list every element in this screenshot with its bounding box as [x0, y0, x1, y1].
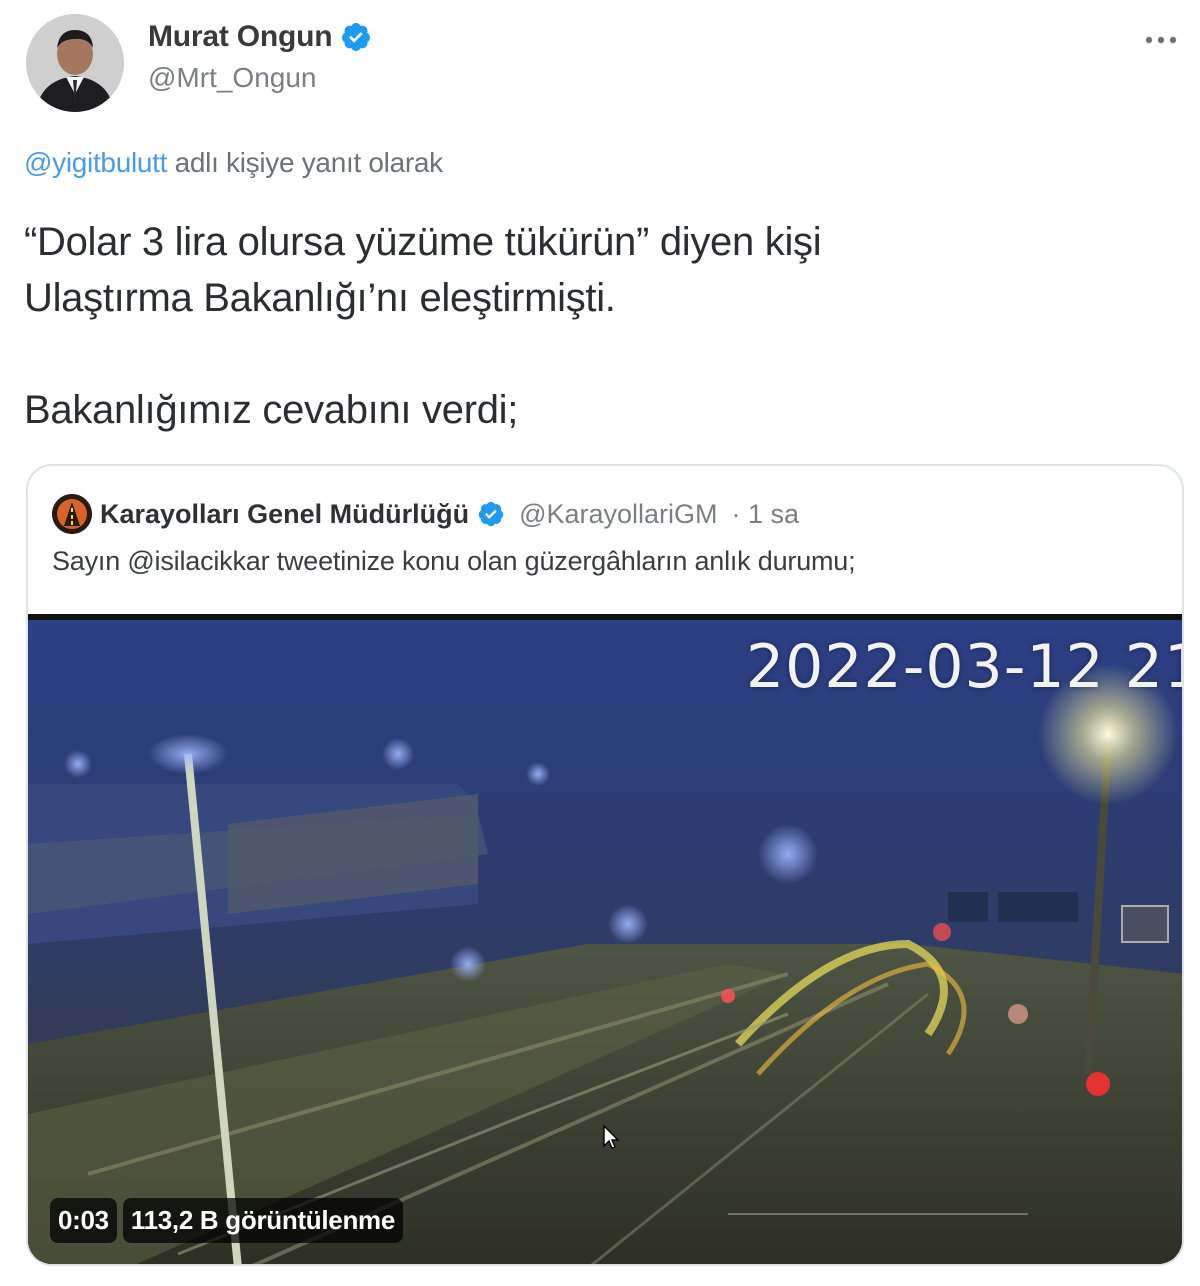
video-badges: 0:03 113,2 B görüntülenme — [50, 1198, 404, 1243]
video-timestamp-overlay: 2022-03-12 21:5 — [746, 632, 1182, 702]
quoted-author-handle: @KarayollariGM — [519, 498, 718, 529]
video-views-badge: 113,2 B görüntülenme — [122, 1198, 404, 1243]
author-name[interactable]: Murat Ongun — [148, 20, 333, 54]
mouse-pointer-icon — [602, 1124, 620, 1155]
quoted-tweet-header: Karayolları Genel Müdürlüğü @Karayollari… — [52, 494, 799, 534]
quoted-tweet-text: Sayın @isilacikkar tweetinize konu olan … — [52, 546, 856, 576]
tweet-text: “Dolar 3 lira olursa yüzüme tükürün” diy… — [24, 214, 1164, 438]
author-avatar[interactable] — [26, 14, 124, 112]
quoted-tweet-time: · 1 sa — [731, 498, 800, 529]
reply-mention-link[interactable]: @yigitbulutt — [24, 147, 167, 178]
verified-badge-icon — [477, 500, 505, 528]
video-top-border — [28, 614, 1182, 620]
video-frame-image — [28, 614, 1182, 1264]
more-dots-icon — [1145, 36, 1177, 44]
reply-context: @yigitbulutt adlı kişiye yanıt olarak — [24, 147, 443, 179]
tweet-text-line: Ulaştırma Bakanlığı’nı eleştirmişti. — [24, 276, 616, 320]
reply-context-suffix: adlı kişiye yanıt olarak — [167, 147, 444, 178]
author-name-row: Murat Ongun — [148, 20, 372, 54]
video-duration-badge: 0:03 — [50, 1198, 117, 1243]
tweet-text-line: Bakanlığımız cevabını verdi; — [24, 388, 519, 432]
video-player[interactable]: 2022-03-12 21:5 0:03 113,2 B görüntülenm… — [28, 614, 1182, 1264]
author-handle[interactable]: @Mrt_Ongun — [148, 62, 372, 94]
author-info: Murat Ongun @Mrt_Ongun — [148, 20, 372, 94]
tweet: Murat Ongun @Mrt_Ongun @yigitbulutt adlı… — [0, 0, 1200, 1286]
verified-badge-icon — [340, 21, 372, 53]
quoted-tweet-card[interactable]: Karayolları Genel Müdürlüğü @Karayollari… — [26, 464, 1184, 1266]
more-options-button[interactable] — [1140, 22, 1182, 58]
quoted-author-name: Karayolları Genel Müdürlüğü — [100, 498, 470, 529]
tweet-text-line: “Dolar 3 lira olursa yüzüme tükürün” diy… — [24, 220, 822, 264]
quoted-author-avatar[interactable] — [52, 494, 92, 534]
